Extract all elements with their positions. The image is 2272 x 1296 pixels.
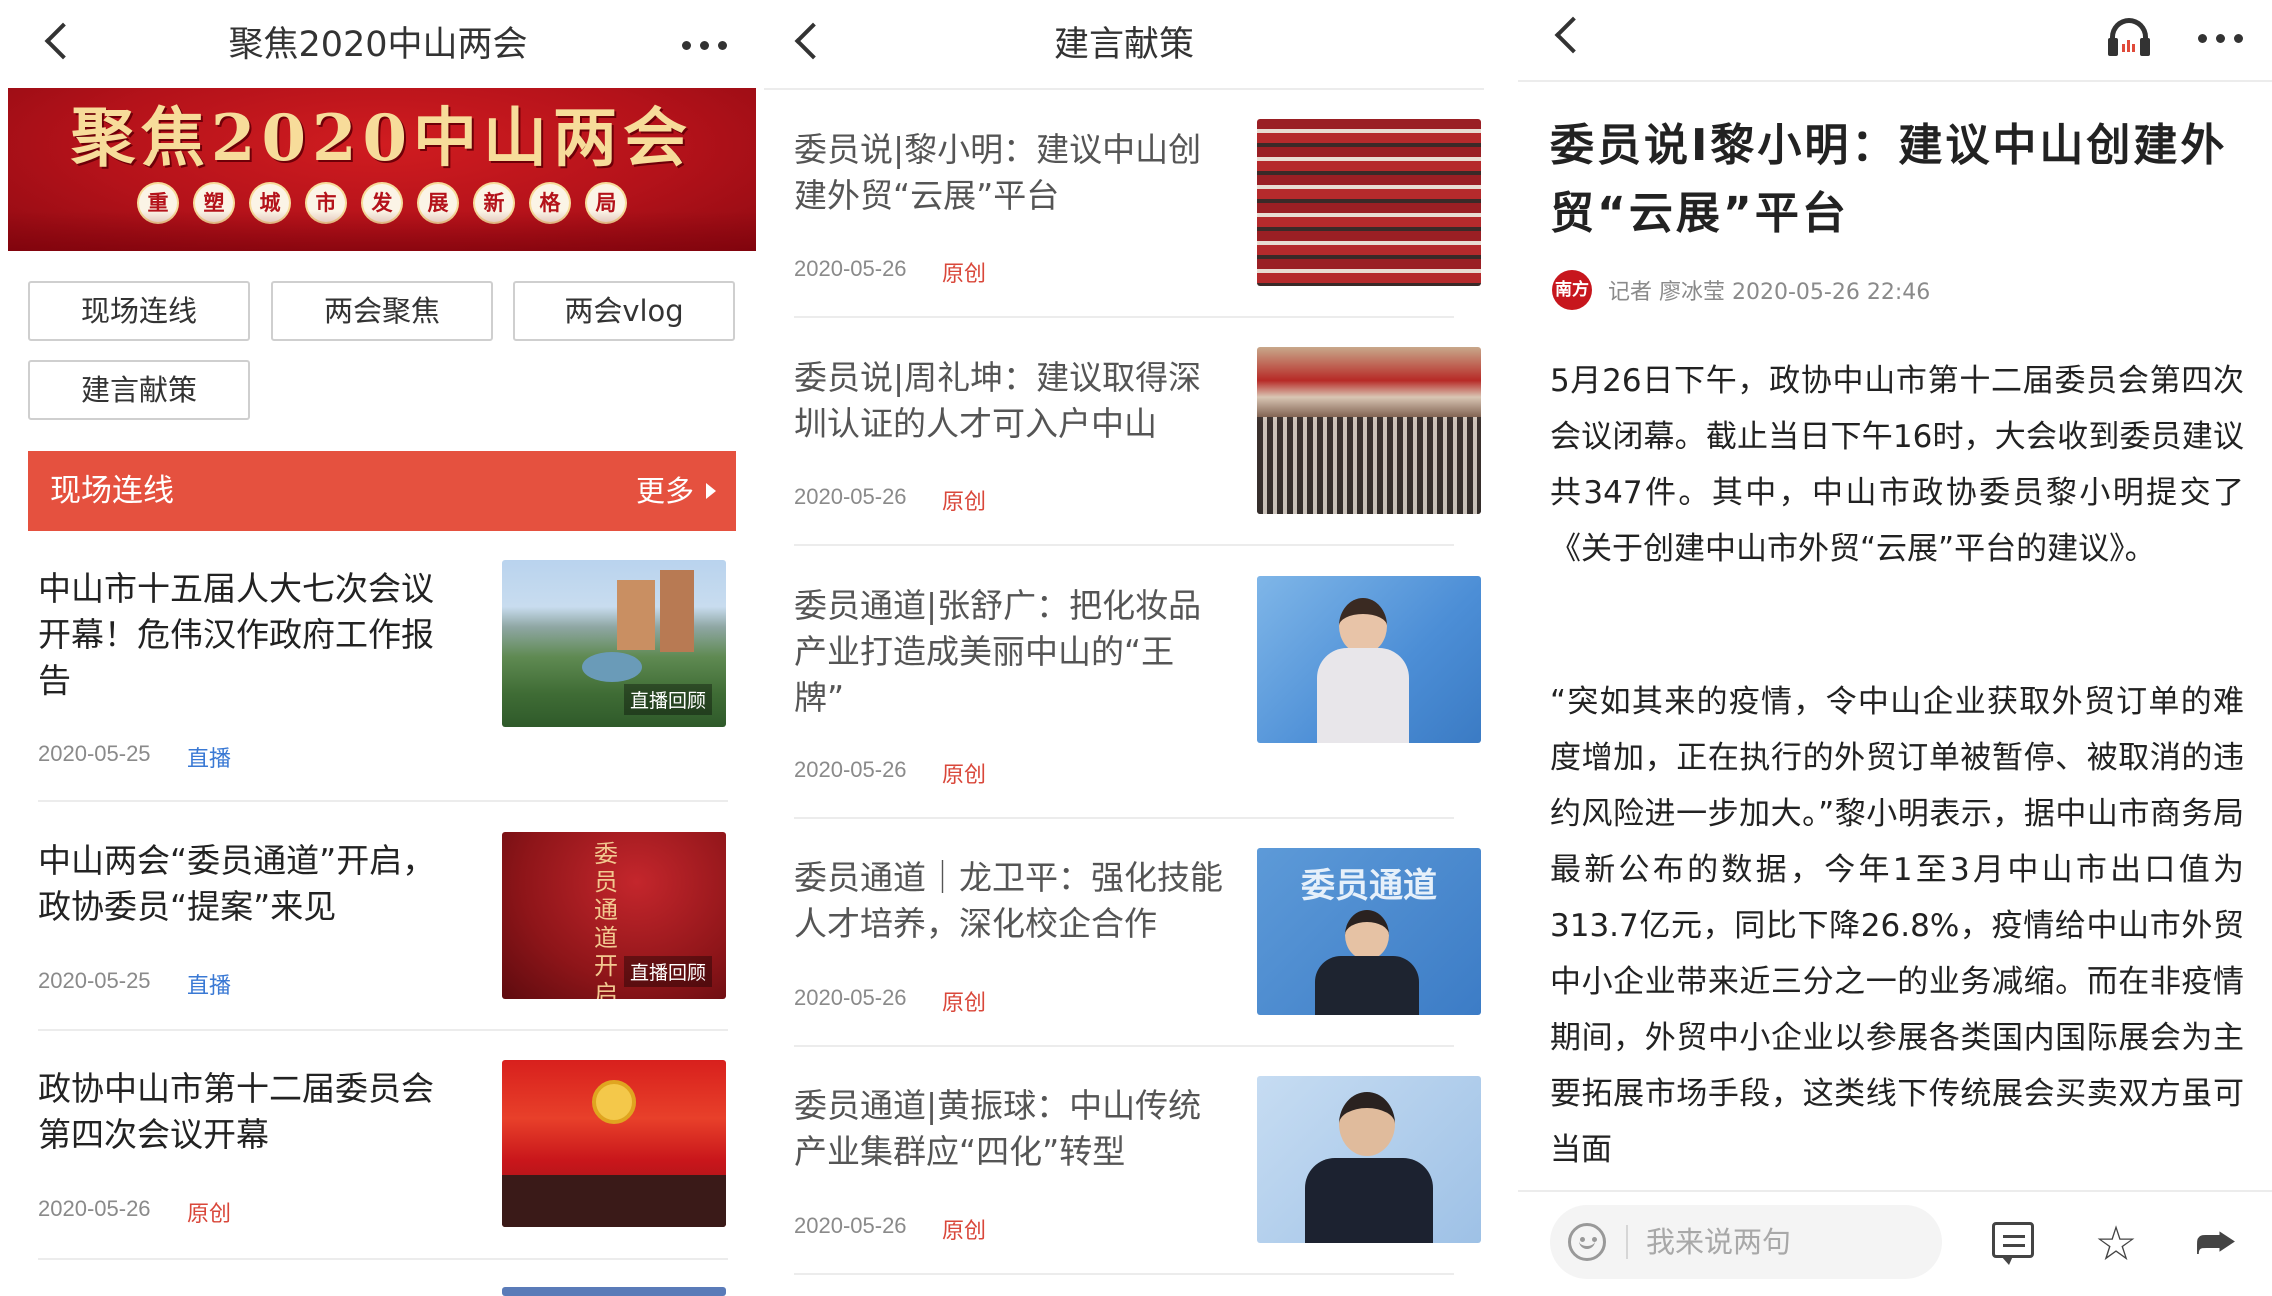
news-title[interactable]: 委员通道|张舒广：把化妆品产业打造成美丽中山的“王牌”: [794, 583, 1224, 721]
publisher-logo[interactable]: 南方+: [1552, 270, 1592, 340]
news-tag: 直播: [187, 747, 232, 772]
news-thumbnail[interactable]: 委员通道: [1257, 848, 1481, 1015]
news-tag: 原创: [942, 262, 987, 287]
headphone-icon[interactable]: [2108, 18, 2150, 56]
news-title[interactable]: 中山市十五届人大七次会议开幕！危伟汉作政府工作报告: [38, 566, 458, 704]
emblem-shape: [592, 1080, 636, 1124]
news-tag: 原创: [942, 763, 987, 788]
building-shape: [617, 580, 655, 650]
back-arrow-icon[interactable]: [1554, 16, 1592, 54]
news-date: 2020-05-26: [794, 985, 907, 1010]
screen-advice: 建言献策 委员说|黎小明：建议中山创建外贸“云展”平台 2020-05-26 原…: [764, 0, 1484, 1296]
more-icon[interactable]: [682, 41, 728, 51]
replay-badge: 直播回顾: [623, 684, 712, 715]
chevron-right-icon[interactable]: [706, 483, 716, 499]
article-byline: 记者 廖冰莹 2020-05-26 22:46: [1608, 280, 1931, 305]
thumbnail-text: 委员通道: [1301, 866, 1437, 906]
divider: [1626, 1225, 1628, 1259]
category-live-button[interactable]: 现场连线: [28, 281, 250, 341]
news-title[interactable]: 中山两会“委员通道”开启，政协委员“提案”来见: [38, 838, 458, 930]
news-date: 2020-05-26: [794, 484, 907, 509]
share-icon[interactable]: ⮫: [2192, 1222, 2240, 1266]
audience-shape: [1257, 417, 1481, 514]
lake-shape: [582, 652, 642, 682]
divider: [1518, 1190, 2272, 1192]
section-header: 现场连线 更多: [28, 451, 736, 531]
star-icon[interactable]: ☆: [2092, 1220, 2140, 1268]
news-date: 2020-05-25: [38, 741, 151, 766]
category-focus-button[interactable]: 两会聚焦: [271, 281, 493, 341]
divider: [794, 817, 1454, 819]
person-head-shape: [1339, 598, 1387, 654]
smile-icon[interactable]: [1568, 1223, 1606, 1261]
section-title: 现场连线: [50, 473, 174, 509]
divider: [1518, 80, 2272, 82]
news-thumbnail[interactable]: [1257, 347, 1481, 514]
news-date: 2020-05-26: [794, 757, 907, 782]
divider: [794, 544, 1454, 546]
building-shape: [660, 570, 694, 652]
news-thumbnail[interactable]: 直播回顾: [502, 560, 726, 727]
article-paragraph: 5月26日下午，政协中山市第十二届委员会第四次会议闭幕。截止当日下午16时，大会…: [1550, 363, 2244, 567]
topic-banner[interactable]: 聚焦2020中山两会 重 塑 城 市 发 展 新 格 局: [8, 88, 756, 251]
person-body-shape: [1315, 956, 1419, 1015]
more-icon[interactable]: [2198, 34, 2244, 44]
divider: [794, 1273, 1454, 1275]
person-head-shape: [1339, 1092, 1395, 1156]
news-title[interactable]: 委员说|黎小明：建议中山创建外贸“云展”平台: [794, 127, 1224, 219]
thumbnail-text: 委员通道开启: [594, 840, 618, 999]
stage-shape: [502, 1175, 726, 1227]
divider: [764, 88, 1484, 90]
divider: [38, 800, 728, 802]
person-head-shape: [1345, 910, 1389, 960]
nav-bar: [1518, 0, 2272, 88]
nav-bar: 聚焦2020中山两会: [0, 0, 756, 88]
category-vlog-button[interactable]: 两会vlog: [513, 281, 735, 341]
news-date: 2020-05-26: [794, 1213, 907, 1238]
page-title: 建言献策: [1053, 25, 1194, 65]
news-title[interactable]: 委员说|周礼坤：建议取得深圳认证的人才可入户中山: [794, 355, 1224, 447]
screen-article: 委员说I黎小明：建议中山创建外贸“云展”平台 南方+ 记者 廖冰莹 2020-0…: [1518, 0, 2272, 1296]
news-title[interactable]: 委员通道｜龙卫平：强化技能人才培养，深化校企合作: [794, 855, 1224, 947]
comment-placeholder: 我来说两句: [1646, 1225, 1792, 1259]
person-body-shape: [1305, 1158, 1433, 1243]
article-paragraph: “突如其来的疫情，令中山企业获取外贸订单的难度增加，正在执行的外贸订单被暂停、被…: [1550, 684, 2244, 1168]
replay-badge: 直播回顾: [623, 956, 712, 987]
news-thumbnail[interactable]: [502, 1287, 726, 1296]
category-advice-button[interactable]: 建言献策: [28, 360, 250, 420]
section-more-link[interactable]: 更多: [636, 451, 694, 531]
news-title[interactable]: 政协中山市第十二届委员会第四次会议开幕: [38, 1066, 458, 1158]
comment-input[interactable]: 我来说两句: [1550, 1205, 1942, 1279]
page-title: 聚焦2020中山两会: [228, 25, 528, 65]
banner-shade: [8, 211, 756, 251]
news-thumbnail[interactable]: [1257, 576, 1481, 743]
news-tag: 原创: [942, 1219, 987, 1244]
news-thumbnail[interactable]: 委员通道开启 直播回顾: [502, 832, 726, 999]
news-thumbnail[interactable]: [502, 1060, 726, 1227]
banner-title: 聚焦2020中山两会: [70, 101, 694, 176]
divider: [794, 1045, 1454, 1047]
news-thumbnail[interactable]: [1257, 1076, 1481, 1243]
news-tag: 原创: [942, 490, 987, 515]
news-date: 2020-05-26: [38, 1196, 151, 1221]
news-tag: 原创: [942, 991, 987, 1016]
divider: [38, 1029, 728, 1031]
comment-icon[interactable]: [1992, 1222, 2034, 1265]
news-title[interactable]: 委员通道|黄振球：中山传统产业集群应“四化”转型: [794, 1083, 1224, 1175]
divider: [794, 316, 1454, 318]
news-date: 2020-05-26: [794, 256, 907, 281]
screen-focus-2020: 聚焦2020中山两会 聚焦2020中山两会 重 塑 城 市 发 展 新 格 局 …: [0, 0, 756, 1296]
news-tag: 直播: [187, 974, 232, 999]
nav-bar: 建言献策: [764, 0, 1484, 88]
article-title: 委员说I黎小明：建议中山创建外贸“云展”平台: [1550, 120, 2228, 239]
divider: [38, 1258, 728, 1260]
person-body-shape: [1317, 648, 1409, 743]
news-tag: 原创: [187, 1202, 232, 1227]
news-date: 2020-05-25: [38, 968, 151, 993]
news-thumbnail[interactable]: [1257, 119, 1481, 286]
